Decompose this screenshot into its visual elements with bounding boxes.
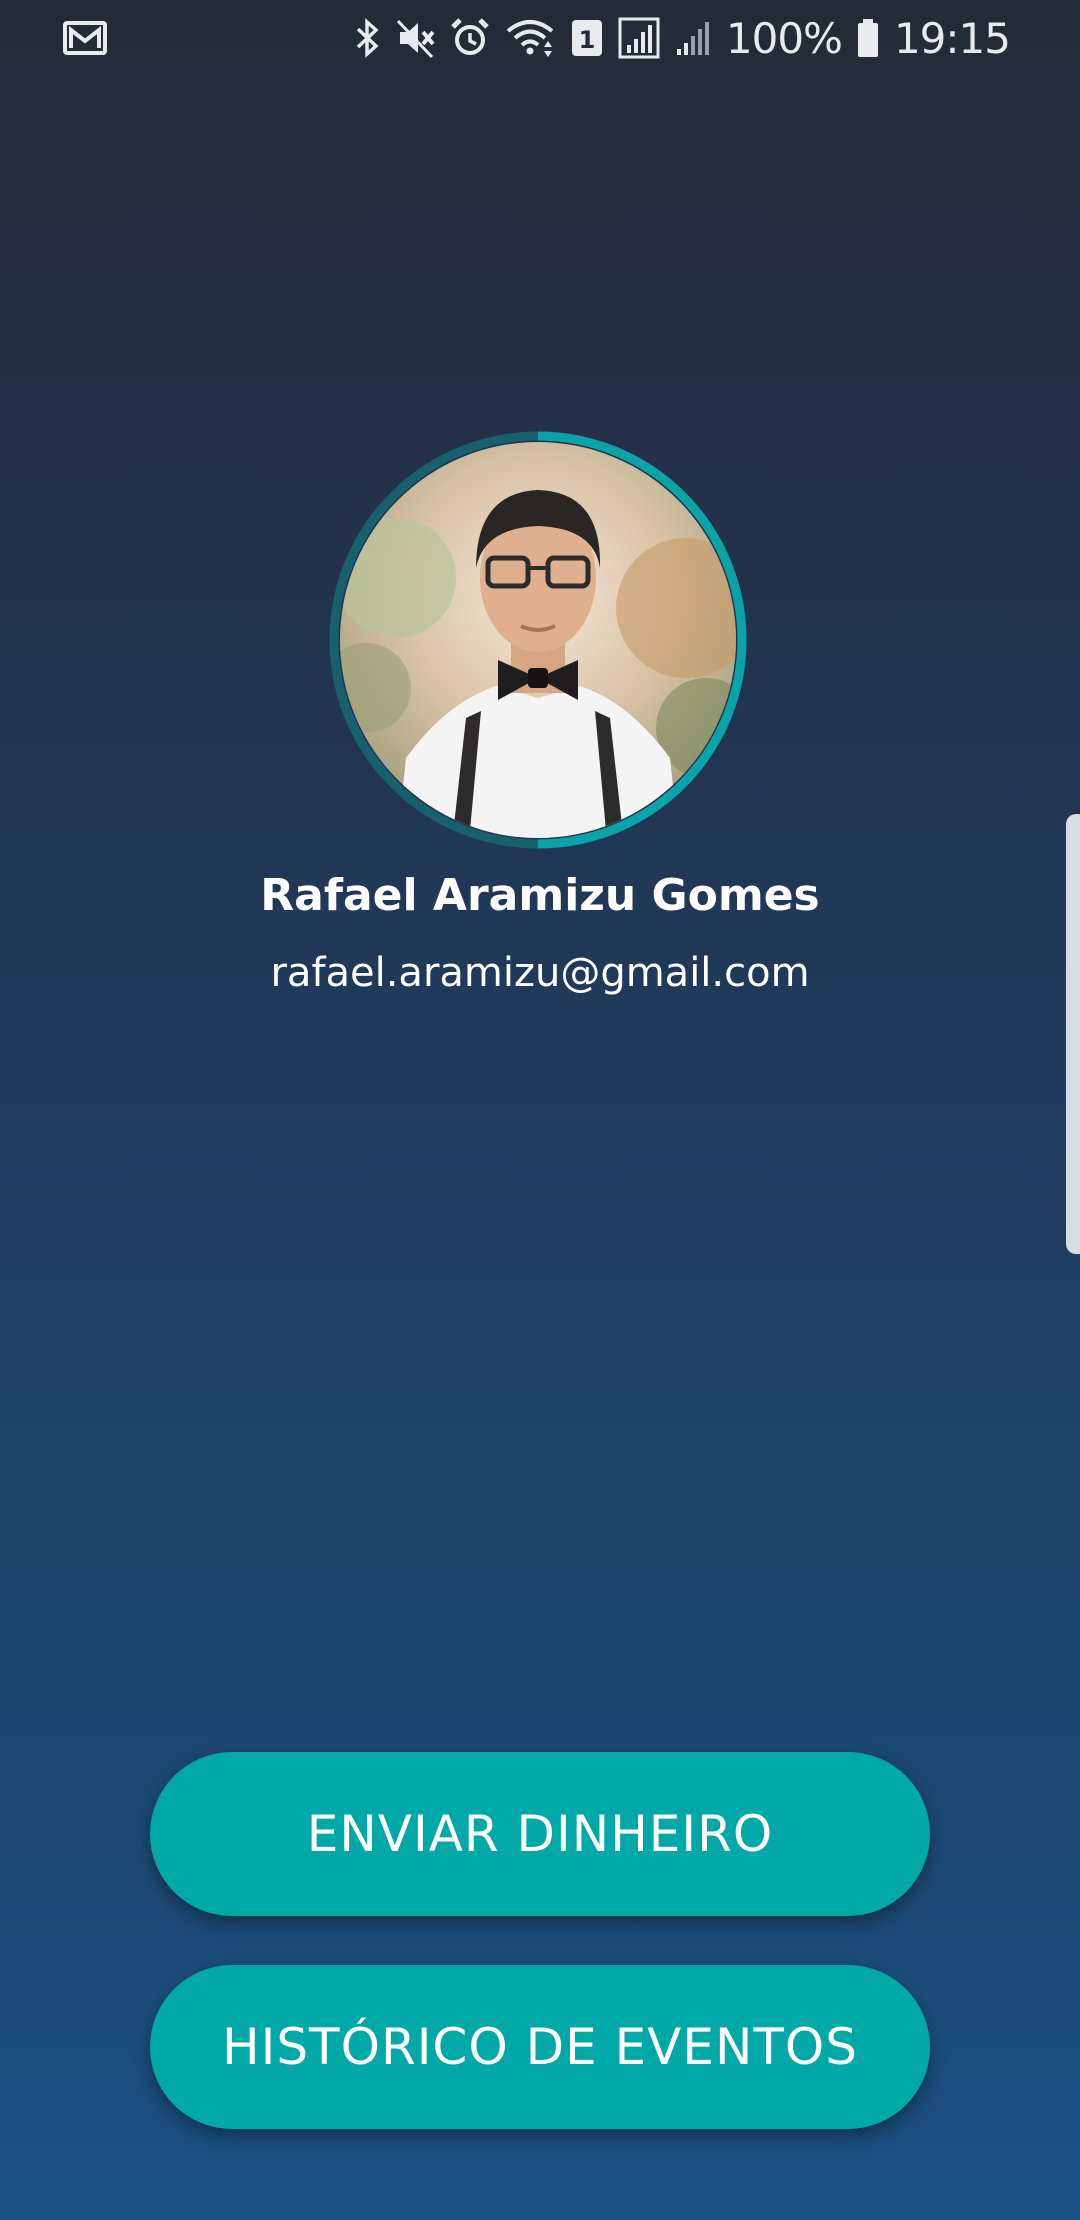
clock: 19:15 — [893, 13, 1011, 63]
signal-icon — [618, 17, 660, 59]
profile-name: Rafael Aramizu Gomes — [260, 870, 820, 921]
status-bar: 1 100% 19:15 — [0, 0, 1080, 76]
event-history-button[interactable]: HISTÓRICO DE EVENTOS — [150, 1965, 930, 2129]
gmail-notification-icon — [62, 18, 108, 60]
battery-percent: 100% — [725, 13, 843, 63]
mute-icon — [396, 17, 436, 59]
edge-panel-handle[interactable] — [1066, 814, 1080, 1254]
avatar[interactable] — [326, 428, 750, 852]
send-money-button[interactable]: ENVIAR DINHEIRO — [150, 1752, 930, 1916]
battery-icon — [856, 17, 880, 59]
wifi-icon — [504, 17, 556, 59]
bluetooth-icon — [352, 17, 382, 59]
svg-text:1: 1 — [579, 26, 596, 54]
alarm-icon — [450, 17, 490, 59]
avatar-image — [329, 431, 747, 849]
profile-email: rafael.aramizu@gmail.com — [270, 950, 810, 996]
sim-1-icon: 1 — [570, 18, 604, 58]
signal-2-icon — [674, 17, 712, 59]
